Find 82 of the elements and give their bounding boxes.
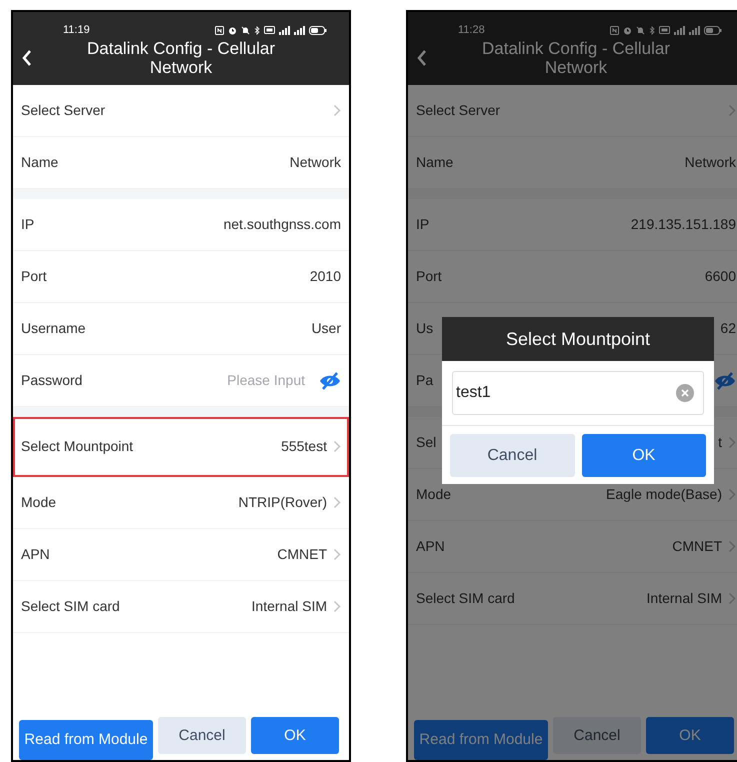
status-time: 11:19 <box>63 23 90 38</box>
row-value: 6600 <box>704 267 736 286</box>
row-value: Eagle mode(Base) <box>606 485 722 504</box>
row-value: Internal SIM <box>646 589 722 608</box>
action-button[interactable]: OK <box>251 717 339 754</box>
password-field[interactable]: Please Input <box>227 370 305 391</box>
row-value: net.southgnss.com <box>223 215 341 234</box>
chevron-right-icon <box>728 488 736 501</box>
row-label: Mode <box>416 485 452 504</box>
chevron-right-icon <box>333 600 341 613</box>
bluetooth-icon <box>649 26 655 35</box>
hd-icon <box>264 26 275 34</box>
row-label: Pa <box>416 371 434 390</box>
row-label: Select SIM card <box>21 597 120 616</box>
hd-icon <box>659 26 670 34</box>
row-value: 219.135.151.189 <box>630 215 736 234</box>
row-value: Network <box>684 153 736 172</box>
page-title: Datalink Config - Cellular Network <box>480 38 672 76</box>
battery-icon <box>704 26 722 35</box>
chevron-right-icon <box>728 540 736 553</box>
back-icon[interactable] <box>21 48 33 66</box>
row-label: APN <box>21 545 50 564</box>
row-label: APN <box>416 537 445 556</box>
chevron-right-icon <box>728 104 736 117</box>
nfc-icon <box>610 26 619 35</box>
row-label: Mode <box>21 493 56 512</box>
dialog-title: Select Mountpoint <box>506 328 650 351</box>
chevron-right-icon <box>333 548 341 561</box>
bluetooth-icon <box>254 26 260 35</box>
row-label: Select SIM card <box>416 589 515 608</box>
row-label: Name <box>21 153 58 172</box>
row-label: Select Server <box>21 101 106 120</box>
row-value: 62 <box>720 319 736 338</box>
alarm-icon <box>228 26 237 35</box>
row-value: Internal SIM <box>252 597 327 616</box>
action-button[interactable]: Cancel <box>450 434 574 477</box>
row-label: Us <box>416 319 434 338</box>
nfc-icon <box>215 26 224 35</box>
row-label: Select Mountpoint <box>21 437 134 456</box>
row-value: CMNET <box>672 537 722 556</box>
signal-icon <box>279 26 290 35</box>
row-value: CMNET <box>277 545 327 564</box>
action-button[interactable]: Cancel <box>553 717 641 754</box>
chevron-right-icon <box>728 436 736 449</box>
battery-icon <box>309 26 327 35</box>
settings-row[interactable]: Select Mountpoint 555test <box>13 417 349 477</box>
eye-slash-icon[interactable] <box>714 372 736 390</box>
chevron-right-icon <box>333 104 341 117</box>
row-label: IP <box>416 215 430 234</box>
signal-icon <box>294 26 305 35</box>
chevron-right-icon <box>333 496 341 509</box>
row-label: IP <box>21 215 34 234</box>
row-label: Username <box>21 319 86 338</box>
row-label: Select Server <box>416 101 500 120</box>
signal-icon <box>689 26 700 35</box>
row-value: User <box>311 319 341 338</box>
bell-muted-icon <box>241 26 250 35</box>
input-field[interactable]: test1 <box>452 371 704 415</box>
alarm-icon <box>623 26 632 35</box>
chevron-right-icon <box>333 440 341 453</box>
action-button[interactable]: OK <box>646 717 734 754</box>
row-label: Port <box>416 267 442 286</box>
bell-muted-icon <box>636 26 645 35</box>
row-value: 2010 <box>310 267 341 286</box>
row-label: Sel <box>416 433 436 452</box>
signal-icon <box>674 26 685 35</box>
row-value: t <box>718 433 722 452</box>
row-label: Name <box>416 153 454 172</box>
eye-slash-icon[interactable] <box>319 372 341 390</box>
row-value: Network <box>290 153 341 172</box>
page-title: Datalink Config - Cellular Network <box>86 38 276 76</box>
action-button[interactable]: OK <box>582 434 706 477</box>
status-time: 11:28 <box>458 23 485 38</box>
row-value: 555test <box>281 437 327 456</box>
clear-icon[interactable] <box>676 384 694 402</box>
action-button[interactable]: Read from Module <box>19 720 153 760</box>
row-value: NTRIP(Rover) <box>238 493 327 512</box>
action-button[interactable]: Read from Module <box>414 720 548 760</box>
action-button[interactable]: Cancel <box>158 717 246 754</box>
chevron-right-icon <box>728 592 736 605</box>
row-label: Password <box>21 371 82 390</box>
row-label: Port <box>21 267 47 286</box>
